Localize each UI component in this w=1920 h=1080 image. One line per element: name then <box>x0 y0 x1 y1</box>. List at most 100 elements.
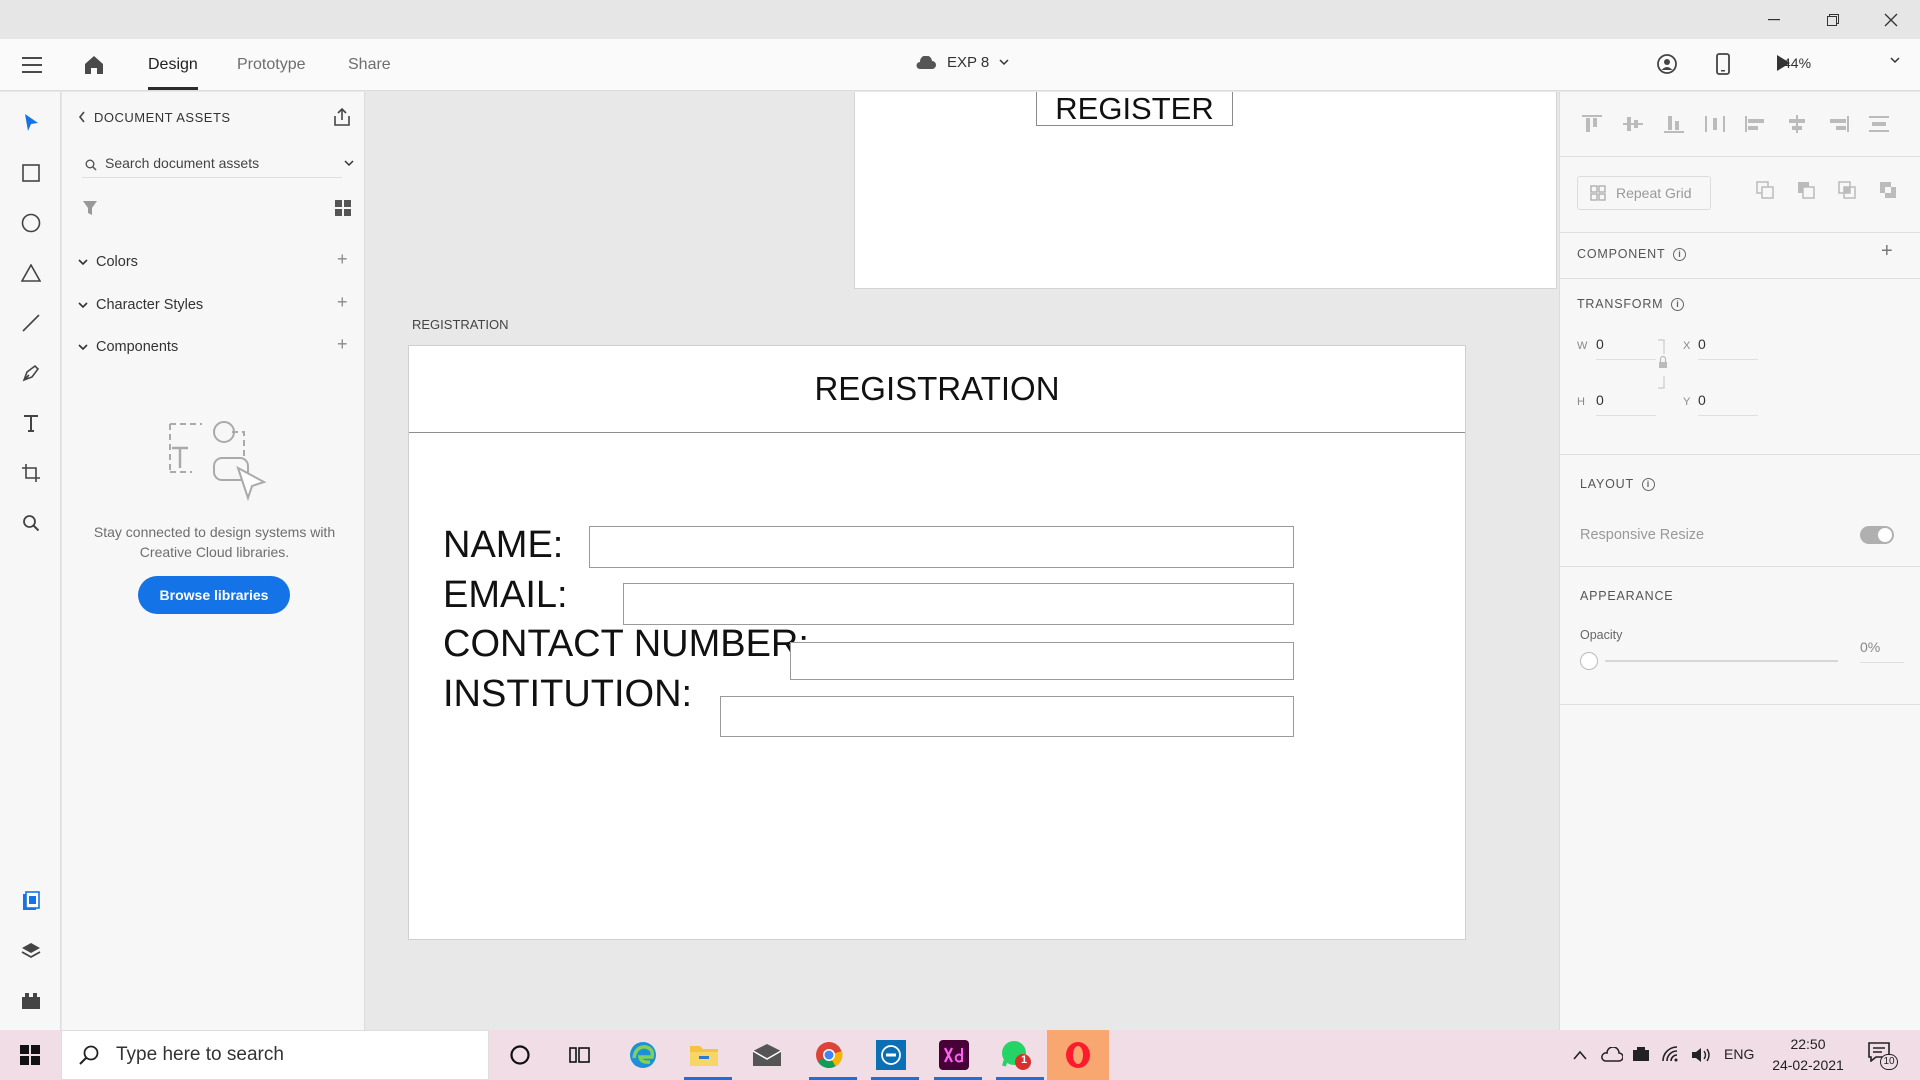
align-right-icon[interactable] <box>1826 114 1850 134</box>
institution-field[interactable] <box>720 696 1294 737</box>
line-tool[interactable] <box>18 310 44 336</box>
section-colors[interactable]: Colors <box>78 254 138 270</box>
name-label[interactable]: NAME: <box>443 524 563 567</box>
windows-start-icon[interactable] <box>20 1045 40 1065</box>
assets-panel-header[interactable]: DOCUMENT ASSETS <box>78 110 231 125</box>
battery-icon[interactable] <box>1632 1047 1650 1063</box>
export-share-icon[interactable] <box>332 107 352 127</box>
onedrive-cloud-icon[interactable] <box>1601 1047 1623 1063</box>
width-input[interactable]: 0 <box>1596 336 1656 360</box>
add-color-button[interactable]: + <box>337 249 348 270</box>
chevron-down-icon[interactable] <box>344 160 354 167</box>
section-character-styles[interactable]: Character Styles <box>78 297 203 313</box>
close-button[interactable] <box>1862 0 1920 39</box>
artboard-header[interactable]: REGISTRATION <box>409 346 1465 433</box>
zoom-tool[interactable] <box>18 510 44 536</box>
add-character-style-button[interactable]: + <box>337 292 348 313</box>
layout-title: LAYOUT <box>1580 477 1634 491</box>
hamburger-menu-icon[interactable] <box>22 57 42 73</box>
user-share-icon[interactable] <box>1656 53 1678 75</box>
layers-panel-tool[interactable] <box>18 938 44 964</box>
registration-artboard[interactable]: REGISTRATION NAME: EMAIL: CONTACT NUMBER… <box>408 345 1466 940</box>
select-tool[interactable] <box>18 110 44 136</box>
email-label[interactable]: EMAIL: <box>443 574 568 617</box>
align-top-icon[interactable] <box>1580 114 1604 134</box>
boolean-intersect-icon[interactable] <box>1837 180 1859 202</box>
volume-icon[interactable] <box>1690 1046 1712 1064</box>
section-components[interactable]: Components <box>78 339 178 355</box>
transform-section: TRANSFORM i <box>1577 297 1685 311</box>
mail-app[interactable] <box>747 1035 787 1075</box>
tab-share[interactable]: Share <box>348 56 391 74</box>
add-component-button[interactable]: + <box>337 334 348 355</box>
boolean-exclude-icon[interactable] <box>1878 180 1900 202</box>
info-icon[interactable]: i <box>1671 297 1685 311</box>
height-input[interactable]: 0 <box>1596 392 1656 416</box>
home-icon[interactable] <box>82 53 106 77</box>
opacity-slider-track[interactable] <box>1605 660 1838 662</box>
ellipse-tool[interactable] <box>18 210 44 236</box>
text-tool[interactable] <box>18 410 44 436</box>
info-icon[interactable]: i <box>1641 477 1655 491</box>
info-icon[interactable]: i <box>1673 247 1687 261</box>
chevron-up-icon[interactable] <box>1572 1049 1588 1061</box>
tab-design[interactable]: Design <box>148 56 198 90</box>
pen-tool[interactable] <box>18 360 44 386</box>
align-middle-icon[interactable] <box>1621 114 1645 134</box>
task-view-button[interactable] <box>560 1035 600 1075</box>
align-bottom-icon[interactable] <box>1662 114 1686 134</box>
register-button-element[interactable]: REGISTER <box>1036 92 1233 126</box>
align-center-icon[interactable] <box>1785 114 1809 134</box>
lock-aspect-icon[interactable] <box>1656 338 1668 390</box>
dell-app[interactable] <box>871 1035 911 1075</box>
name-field[interactable] <box>589 526 1294 568</box>
edge-app[interactable] <box>623 1035 663 1075</box>
whatsapp-app[interactable]: 1 <box>996 1035 1036 1075</box>
boolean-subtract-icon[interactable] <box>1796 180 1818 202</box>
align-left-icon[interactable] <box>1744 114 1768 134</box>
x-input[interactable]: 0 <box>1698 336 1758 360</box>
tab-prototype[interactable]: Prototype <box>237 56 305 74</box>
y-input[interactable]: 0 <box>1698 392 1758 416</box>
system-clock[interactable]: 22:50 24-02-2021 <box>1768 1034 1848 1076</box>
distribute-vertical-icon[interactable] <box>1867 114 1891 134</box>
plugins-panel-tool[interactable] <box>18 988 44 1014</box>
opacity-slider-handle[interactable] <box>1580 652 1598 670</box>
zoom-chevron-down-icon[interactable] <box>1890 57 1900 64</box>
language-indicator[interactable]: ENG <box>1724 1046 1754 1062</box>
responsive-resize-toggle[interactable] <box>1860 526 1894 544</box>
filter-icon[interactable] <box>82 200 98 216</box>
artboard-tool[interactable] <box>18 460 44 486</box>
chrome-app[interactable] <box>809 1035 849 1075</box>
opera-app-active[interactable] <box>1047 1030 1109 1080</box>
mobile-preview-icon[interactable] <box>1716 53 1730 75</box>
search-assets-input[interactable]: Search document assets <box>82 150 354 178</box>
rectangle-tool[interactable] <box>18 160 44 186</box>
design-canvas[interactable]: REGISTER REGISTRATION REGISTRATION NAME:… <box>366 92 1559 1030</box>
zoom-level[interactable]: 44% <box>1783 55 1811 71</box>
distribute-horizontal-icon[interactable] <box>1703 114 1727 134</box>
file-explorer-app[interactable] <box>684 1035 724 1075</box>
cortana-button[interactable] <box>500 1035 540 1075</box>
opacity-input[interactable]: 0% <box>1860 639 1904 663</box>
taskbar-search-box[interactable]: Type here to search <box>61 1030 489 1080</box>
contact-number-label[interactable]: CONTACT NUMBER: <box>443 623 809 666</box>
restore-button[interactable] <box>1804 0 1862 39</box>
grid-view-icon[interactable] <box>335 200 351 216</box>
boolean-add-icon[interactable] <box>1755 180 1777 202</box>
polygon-tool[interactable] <box>18 260 44 286</box>
assets-panel-tool[interactable] <box>18 888 44 914</box>
notification-center-button[interactable]: 10 <box>1868 1042 1898 1070</box>
wifi-icon[interactable] <box>1661 1045 1681 1063</box>
repeat-grid-button[interactable]: Repeat Grid <box>1577 176 1711 210</box>
institution-label[interactable]: INSTITUTION: <box>443 673 692 716</box>
add-component-plus-icon[interactable]: + <box>1881 240 1893 263</box>
browse-libraries-button[interactable]: Browse libraries <box>138 576 290 614</box>
adobe-xd-app[interactable] <box>934 1035 974 1075</box>
artboard-label[interactable]: REGISTRATION <box>412 317 509 332</box>
document-title-dropdown[interactable]: EXP 8 <box>915 54 1009 71</box>
contact-number-field[interactable] <box>790 642 1294 680</box>
minimize-button[interactable] <box>1745 0 1803 39</box>
previous-artboard[interactable]: REGISTER <box>854 92 1557 289</box>
email-field[interactable] <box>623 583 1294 625</box>
